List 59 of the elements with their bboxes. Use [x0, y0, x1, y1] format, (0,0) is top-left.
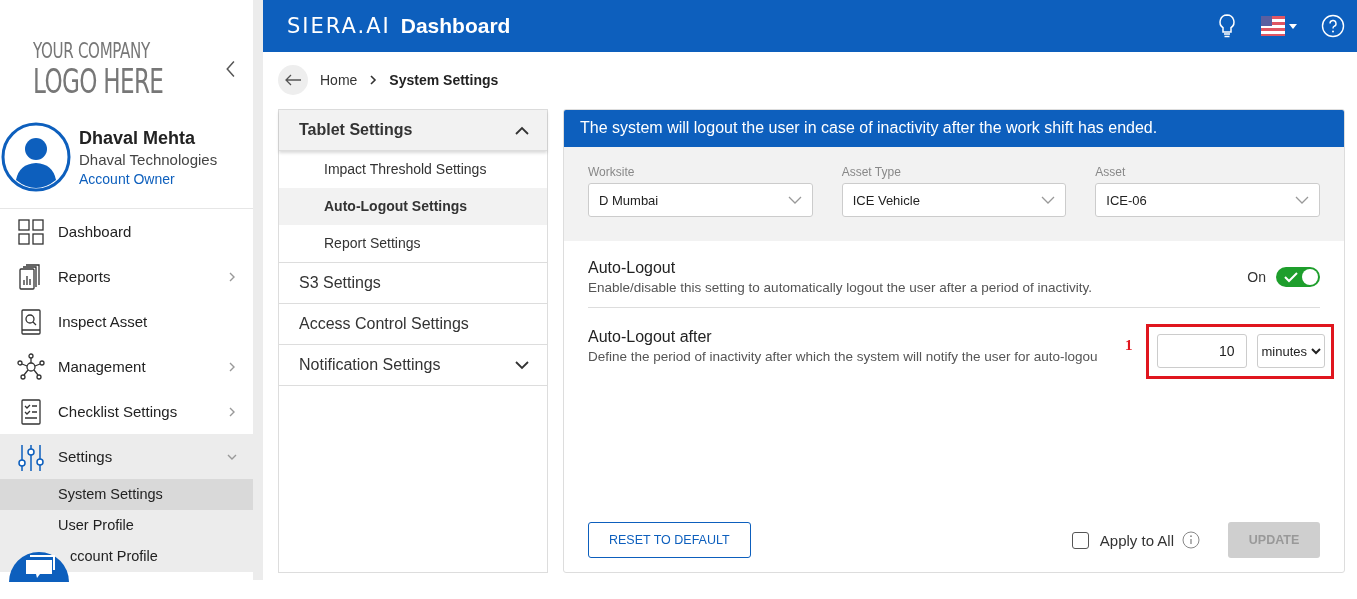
logo-text: LOGO HERE — [33, 63, 164, 98]
setting-title: Auto-Logout — [588, 259, 677, 277]
field-label: Worksite — [588, 165, 636, 179]
flag-icon[interactable] — [1261, 16, 1285, 36]
settings-item[interactable]: Auto-Logout Settings — [279, 188, 547, 225]
number-field[interactable]: 10 — [1157, 334, 1248, 368]
toggle-label: On — [1247, 269, 1266, 285]
field-label: Asset — [1095, 165, 1127, 179]
chevron-icon — [369, 75, 378, 85]
submenu-item[interactable]: User Profile — [0, 510, 253, 541]
unit-dropdown[interactable]: minutes — [1257, 334, 1325, 368]
sidebar-item[interactable]: Dashboard — [0, 209, 253, 254]
toggle-switch[interactable] — [1276, 267, 1320, 287]
settings-group[interactable]: S3 Settings — [279, 263, 547, 304]
submenu-item[interactable]: System Settings — [0, 479, 253, 510]
setting-description: Define the period of inactivity after which the system will notify the user for auto-logou — [588, 348, 1099, 364]
dropdown-field[interactable]: D Mumbai — [588, 183, 813, 217]
sidebar-item[interactable]: Reports — [0, 254, 253, 299]
info-banner: The system will logout the user in case of inactivity after the work shift has ended. — [564, 110, 1344, 147]
annotation-number: 1 — [1124, 337, 1133, 354]
checkbox-label: Apply to All — [1099, 531, 1174, 549]
info-icon[interactable] — [1182, 531, 1200, 549]
setting-title: Auto-Logout after — [588, 327, 713, 346]
help-icon[interactable] — [1321, 14, 1345, 38]
user-name: Dhaval Mehta — [79, 127, 197, 149]
user-role: Account Owner — [79, 170, 176, 187]
page-title: Dashboard — [400, 14, 511, 38]
settings-item[interactable]: Impact Threshold Settings — [279, 151, 547, 188]
chevron-icon — [1295, 196, 1309, 204]
sidebar-item[interactable]: Checklist Settings — [0, 389, 253, 434]
settings-item[interactable]: Report Settings — [279, 225, 547, 262]
settings-group[interactable]: Notification Settings — [279, 345, 547, 386]
menu-icon — [17, 442, 45, 471]
settings-group[interactable]: Access Control Settings — [279, 304, 547, 345]
checkbox[interactable] — [1071, 531, 1089, 549]
back-icon[interactable] — [278, 65, 308, 95]
caret-icon — [1311, 347, 1321, 355]
breadcrumb-item[interactable]: Home — [320, 72, 358, 88]
logo-text: YOUR COMPANY — [33, 40, 151, 62]
settings-group[interactable]: Tablet Settings — [279, 110, 547, 151]
chevron-icon — [1041, 196, 1056, 204]
sidebar-item[interactable]: Settings — [0, 434, 253, 479]
menu-icon — [17, 352, 45, 381]
menu-icon — [17, 217, 45, 246]
setting-description: Enable/disable this setting to automatically logout the user after a period of inactivity. — [588, 280, 1094, 295]
breadcrumb-item: System Settings — [389, 72, 499, 88]
dropdown-field[interactable]: ICE-06 — [1095, 183, 1320, 217]
sidebar-item[interactable]: Management — [0, 344, 253, 389]
caret-icon[interactable] — [1289, 23, 1297, 29]
brand-logo: SIERA.AI — [287, 14, 391, 38]
reset-button[interactable]: RESET TO DEFAULT — [588, 522, 751, 558]
submenu-item[interactable]: ccount Profile — [0, 541, 253, 572]
company-name: Dhaval Technologies — [79, 150, 218, 168]
chevron-icon — [787, 196, 802, 204]
lightbulb-icon[interactable] — [1217, 13, 1237, 39]
sidebar-item[interactable]: Inspect Asset — [0, 299, 253, 344]
check-icon — [1284, 271, 1298, 283]
dropdown-field[interactable]: ICE Vehicle — [841, 183, 1067, 217]
field-label: Asset Type — [841, 165, 902, 179]
